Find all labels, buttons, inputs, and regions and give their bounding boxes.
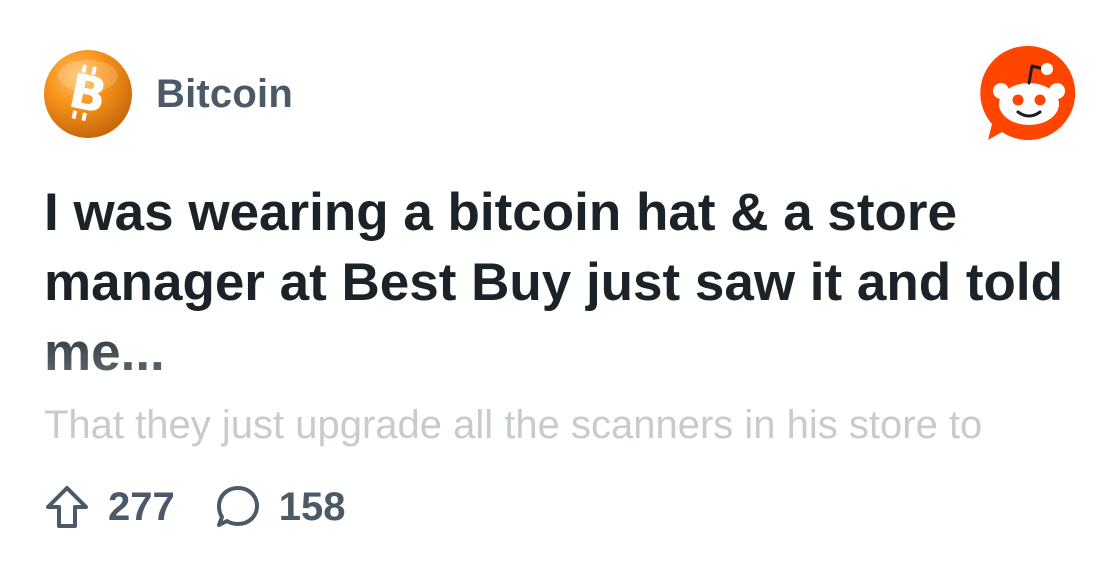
comment-count: 158 [278, 484, 346, 529]
comments-button[interactable]: 158 [215, 484, 346, 530]
upvote-button[interactable]: 277 [44, 484, 175, 530]
post-title[interactable]: I was wearing a bitcoin hat & a store ma… [44, 178, 1084, 388]
post-header: B Bitcoin [44, 50, 293, 138]
comment-bubble-icon [216, 486, 259, 527]
upvote-arrow-icon [46, 486, 88, 528]
post-body-preview: That they just upgrade all the scanners … [44, 403, 983, 447]
subreddit-name[interactable]: Bitcoin [156, 72, 293, 117]
upvote-count: 277 [108, 484, 175, 529]
bitcoin-logo-icon[interactable]: B [44, 50, 132, 138]
reddit-post-card[interactable]: B Bitcoin I was wearing a bitcoin hat & … [0, 0, 1120, 584]
reddit-logo-icon[interactable] [980, 44, 1078, 142]
post-stats: 277 158 [44, 484, 346, 530]
